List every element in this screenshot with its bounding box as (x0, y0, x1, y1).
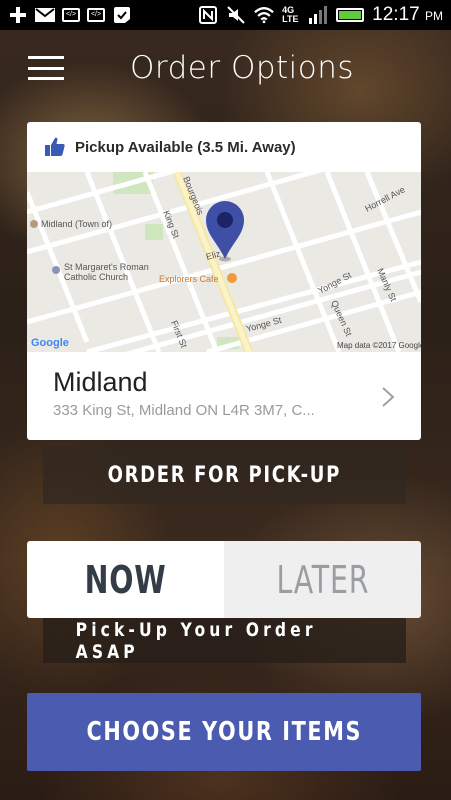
status-bar: </> </> 4G LTE 12:17 PM (0, 0, 451, 30)
later-option[interactable]: LATER (224, 541, 421, 618)
pickup-label: Pickup Available (3.5 Mi. Away) (75, 138, 296, 156)
app-header: Order Options (0, 40, 451, 96)
menu-icon[interactable] (28, 56, 64, 80)
wifi-icon (254, 7, 275, 24)
choose-items-button[interactable]: CHOOSE YOUR ITEMS (27, 693, 421, 771)
map-label-midland-town: Midland (Town of) (41, 219, 112, 229)
chevron-right-icon (382, 387, 395, 407)
page-title: Order Options (130, 50, 355, 86)
check-icon (112, 7, 132, 23)
network-type-label: 4G LTE (282, 5, 299, 24)
clock: 12:17 PM (372, 4, 443, 25)
asap-banner: Pick-Up Your Order ASAP (43, 618, 406, 663)
map-attribution: Map data ©2017 Google (337, 341, 421, 350)
code-icon: </> (62, 8, 80, 22)
asap-text: Pick-Up Your Order ASAP (75, 618, 317, 663)
google-logo: Google (31, 337, 69, 349)
code-icon: </> (87, 8, 105, 22)
battery-icon (336, 8, 365, 22)
location-card: Pickup Available (3.5 Mi. Away) Midland … (27, 122, 421, 440)
later-label: LATER (276, 557, 369, 602)
map-label-church: St Margaret's Roman (64, 262, 149, 272)
map-label-church-2: Catholic Church (64, 272, 128, 282)
mute-icon (226, 6, 246, 24)
location-name: Midland (53, 367, 148, 397)
now-option[interactable]: NOW (27, 541, 224, 618)
now-label: NOW (84, 557, 167, 602)
signal-icon (308, 6, 328, 24)
pickup-availability: Pickup Available (3.5 Mi. Away) (27, 122, 421, 172)
nfc-icon (198, 6, 218, 24)
gmail-icon (35, 7, 55, 23)
thumbs-up-icon (45, 137, 65, 156)
order-for-pickup-button[interactable]: ORDER FOR PICK-UP (43, 446, 406, 504)
order-for-pickup-label: ORDER FOR PICK-UP (107, 462, 342, 488)
map-label-explorers: Explorers Cafe (159, 274, 219, 284)
add-icon (8, 7, 28, 23)
location-selector[interactable]: Midland 333 King St, Midland ON L4R 3M7,… (27, 352, 421, 440)
location-address: 333 King St, Midland ON L4R 3M7, C... (53, 402, 315, 419)
timing-toggle: NOW LATER (27, 541, 421, 618)
choose-items-label: CHOOSE YOUR ITEMS (86, 717, 362, 747)
map-view[interactable]: Midland (Town of) St Margaret's Roman Ca… (27, 172, 421, 352)
